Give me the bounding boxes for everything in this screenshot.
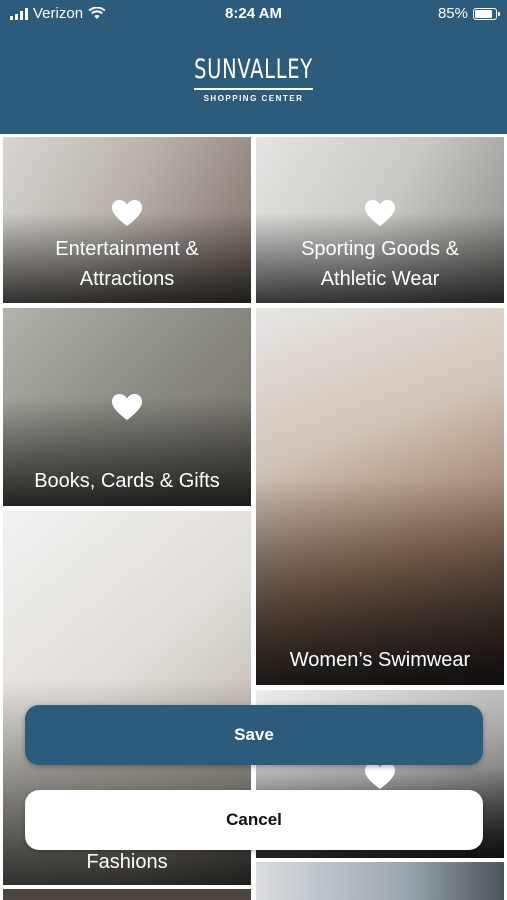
category-label-line: Attractions xyxy=(79,268,175,290)
battery-icon xyxy=(473,7,500,20)
category-label-line: Entertainment & xyxy=(55,238,199,260)
battery-percent: 85% xyxy=(437,5,468,22)
cancel-button[interactable]: Cancel xyxy=(25,790,483,850)
category-tile-sporting-goods[interactable]: Sporting Goods & Athletic Wear xyxy=(256,137,504,303)
category-label: Sporting Goods & Athletic Wear xyxy=(256,234,504,294)
heart-icon xyxy=(365,763,395,789)
heart-icon xyxy=(112,200,142,226)
sunvalley-logo: SUNVALLEY SHOPPING CENTER xyxy=(0,52,507,103)
category-tile-entertainment[interactable]: Entertainment & Attractions xyxy=(3,137,251,303)
category-tile-partial[interactable] xyxy=(3,889,251,900)
category-tile-womens-swimwear[interactable]: Women’s Swimwear xyxy=(256,308,504,685)
category-label-line: Athletic Wear xyxy=(320,268,440,290)
status-bar: Verizon 8:24 AM 85% xyxy=(0,0,507,28)
category-label: Books, Cards & Gifts xyxy=(34,470,220,492)
logo-name: SUNVALLEY xyxy=(194,52,313,90)
clock-time: 8:24 AM xyxy=(225,5,282,22)
heart-icon xyxy=(112,394,142,420)
category-tile-partial[interactable] xyxy=(256,862,504,900)
category-tile-books-cards-gifts[interactable]: Books, Cards & Gifts xyxy=(3,308,251,506)
logo-subtitle: SHOPPING CENTER xyxy=(203,94,304,103)
app-header: Verizon 8:24 AM 85% SUNVALLEY SHOPPING C… xyxy=(0,0,507,134)
category-label: Women’s Swimwear xyxy=(289,649,471,671)
save-button[interactable]: Save xyxy=(25,705,483,765)
category-label-line: Sporting Goods & xyxy=(301,238,459,260)
status-right: 85% xyxy=(437,5,500,22)
category-label: Fashions xyxy=(86,851,168,873)
category-label: Entertainment & Attractions xyxy=(3,234,251,294)
heart-icon xyxy=(365,200,395,226)
